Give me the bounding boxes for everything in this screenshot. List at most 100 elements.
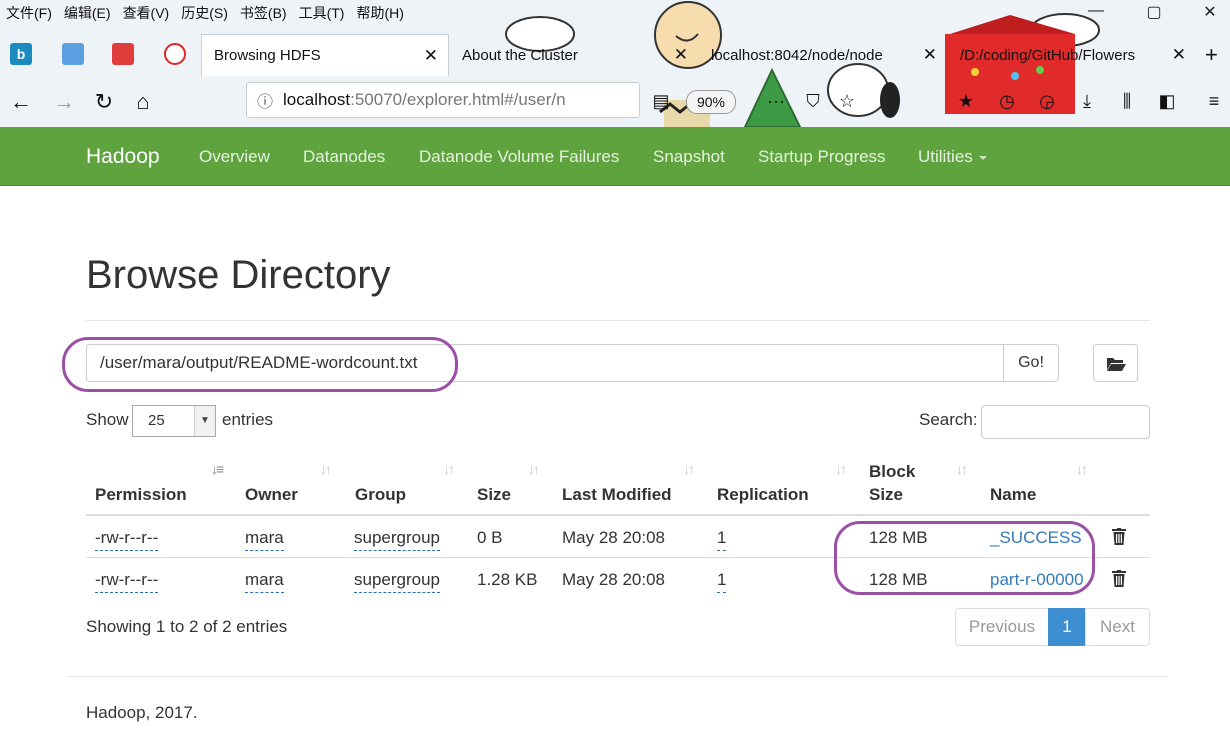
entries-label: entries <box>222 410 274 429</box>
permission-cell[interactable]: -rw-r--r-- <box>95 528 159 551</box>
forward-icon[interactable]: → <box>50 88 78 116</box>
page-size-select[interactable]: 25 ▼ <box>132 405 216 437</box>
nav-datanode-volume-failures[interactable]: Datanode Volume Failures <box>419 147 619 167</box>
minimize-button[interactable]: — <box>1076 2 1116 26</box>
col-replication[interactable]: Replication <box>717 485 809 505</box>
trash-icon[interactable] <box>1112 570 1126 587</box>
hadoop-brand[interactable]: Hadoop <box>86 145 160 169</box>
pagination-previous[interactable]: Previous <box>955 608 1049 646</box>
title-divider <box>86 320 1150 321</box>
caret-down-icon <box>978 155 987 160</box>
tab-node[interactable]: localhost:8042/node/node ✕ <box>699 34 947 76</box>
app-tab-icon[interactable] <box>112 43 134 65</box>
page-actions-icon[interactable]: ··· <box>765 90 787 112</box>
history-icon[interactable]: ◷ <box>996 90 1018 112</box>
modified-cell: May 28 20:08 <box>562 570 666 589</box>
owner-cell[interactable]: mara <box>245 570 284 593</box>
nav-datanodes[interactable]: Datanodes <box>303 147 385 167</box>
page-footer: Hadoop, 2017. <box>86 703 198 722</box>
url-path: :50070/explorer.html#/user/n <box>350 90 566 109</box>
table-header-divider <box>86 514 1150 516</box>
nav-snapshot[interactable]: Snapshot <box>653 147 725 167</box>
starred-icon[interactable]: ★ <box>955 90 977 112</box>
replication-cell[interactable]: 1 <box>717 528 727 551</box>
new-tab-button[interactable]: + <box>1205 42 1218 68</box>
col-last-modified[interactable]: Last Modified <box>562 485 672 505</box>
reader-view-icon[interactable]: ▤ <box>650 90 672 112</box>
col-group[interactable]: Group <box>355 485 406 505</box>
path-input[interactable]: /user/mara/output/README-wordcount.txt <box>86 344 1004 382</box>
go-button[interactable]: Go! <box>1003 344 1059 382</box>
col-permission[interactable]: Permission <box>95 485 187 505</box>
footer-divider <box>68 676 1168 677</box>
close-tab-icon[interactable]: ✕ <box>923 45 937 65</box>
nav-overview[interactable]: Overview <box>199 147 270 167</box>
tab-browsing-hdfs[interactable]: Browsing HDFS ✕ <box>201 34 449 76</box>
permission-cell[interactable]: -rw-r--r-- <box>95 570 159 593</box>
table-info: Showing 1 to 2 of 2 entries <box>86 617 288 636</box>
sort-icon[interactable]: ↓↑ <box>683 461 695 477</box>
info-icon[interactable]: ⓘ <box>257 88 273 112</box>
tab-title: Browsing HDFS <box>214 47 321 64</box>
url-bar[interactable]: ⓘ localhost :50070/explorer.html#/user/n <box>246 82 640 118</box>
back-icon[interactable]: ← <box>7 88 35 116</box>
close-tab-icon[interactable]: ✕ <box>1172 45 1186 65</box>
col-owner[interactable]: Owner <box>245 485 298 505</box>
size-cell: 0 B <box>477 528 503 547</box>
col-size[interactable]: Size <box>477 485 511 505</box>
sort-icon[interactable]: ↓↑ <box>320 461 332 477</box>
tab-about-cluster[interactable]: About the Cluster ✕ <box>450 34 698 76</box>
owner-cell[interactable]: mara <box>245 528 284 551</box>
file-name-link[interactable]: part-r-00000 <box>990 570 1084 590</box>
zoom-level[interactable]: 90% <box>686 90 736 114</box>
weibo-tab-icon[interactable] <box>164 43 186 65</box>
create-directory-button[interactable] <box>1093 344 1138 382</box>
close-window-button[interactable]: ✕ <box>1190 2 1230 26</box>
url-host: localhost <box>283 90 351 109</box>
tab-title: About the Cluster <box>462 46 578 64</box>
sort-icon[interactable]: ↓↑ <box>956 461 968 477</box>
nav-startup-progress[interactable]: Startup Progress <box>758 147 886 167</box>
search-input[interactable] <box>981 405 1150 439</box>
modified-cell: May 28 20:08 <box>562 528 666 547</box>
replication-cell[interactable]: 1 <box>717 570 727 593</box>
tab-title: /D:/coding/GitHub/Flowers <box>960 46 1136 64</box>
pagination-next[interactable]: Next <box>1085 608 1150 646</box>
download-icon[interactable]: ⤓ <box>1076 90 1098 112</box>
group-cell[interactable]: supergroup <box>354 528 441 551</box>
maximize-button[interactable]: ▢ <box>1134 2 1174 26</box>
col-block-size-line2[interactable]: Size <box>869 485 903 505</box>
search-label: Search: <box>919 410 978 429</box>
group-cell[interactable]: supergroup <box>354 570 441 593</box>
folder-open-icon <box>1107 358 1126 371</box>
reload-icon[interactable]: ↻ <box>90 88 118 116</box>
bing-tab-icon[interactable]: b <box>10 43 32 65</box>
trash-icon[interactable] <box>1112 528 1126 545</box>
tab-strip: b Browsing HDFS ✕ About the Cluster ✕ lo… <box>0 34 1230 76</box>
nav-utilities[interactable]: Utilities <box>918 147 987 167</box>
recent-icon[interactable]: ◶ <box>1036 90 1058 112</box>
pocket-icon[interactable]: ⛉ <box>802 90 824 112</box>
library-icon[interactable]: ⫼ <box>1116 90 1138 112</box>
close-tab-icon[interactable]: ✕ <box>424 46 438 66</box>
sort-icon[interactable]: ↓↑ <box>1076 461 1088 477</box>
hadoop-navbar: Hadoop Overview Datanodes Datanode Volum… <box>0 127 1230 186</box>
col-name[interactable]: Name <box>990 485 1036 505</box>
sort-icon[interactable]: ↓↑ <box>443 461 455 477</box>
dictionary-tab-icon[interactable] <box>62 43 84 65</box>
close-tab-icon[interactable]: ✕ <box>674 45 688 65</box>
bookmark-star-icon[interactable]: ☆ <box>836 90 858 112</box>
pagination-page-1[interactable]: 1 <box>1048 608 1086 646</box>
col-block-size-line1[interactable]: Block <box>869 462 915 482</box>
block-size-cell: 128 MB <box>869 528 928 547</box>
sort-icon[interactable]: ↓↑ <box>835 461 847 477</box>
show-label: Show <box>86 410 129 429</box>
sidebar-icon[interactable]: ◧ <box>1156 90 1178 112</box>
file-name-link[interactable]: _SUCCESS <box>990 528 1082 548</box>
home-icon[interactable]: ⌂ <box>129 88 157 116</box>
browser-chrome: 文件(F) 编辑(E) 查看(V) 历史(S) 书签(B) 工具(T) 帮助(H… <box>0 0 1230 127</box>
tab-flowers[interactable]: /D:/coding/GitHub/Flowers ✕ <box>948 34 1196 76</box>
menu-icon[interactable]: ≡ <box>1203 90 1225 112</box>
sort-icon[interactable]: ↓↑ <box>528 461 540 477</box>
sort-asc-icon[interactable]: ↓≡ <box>211 461 224 477</box>
